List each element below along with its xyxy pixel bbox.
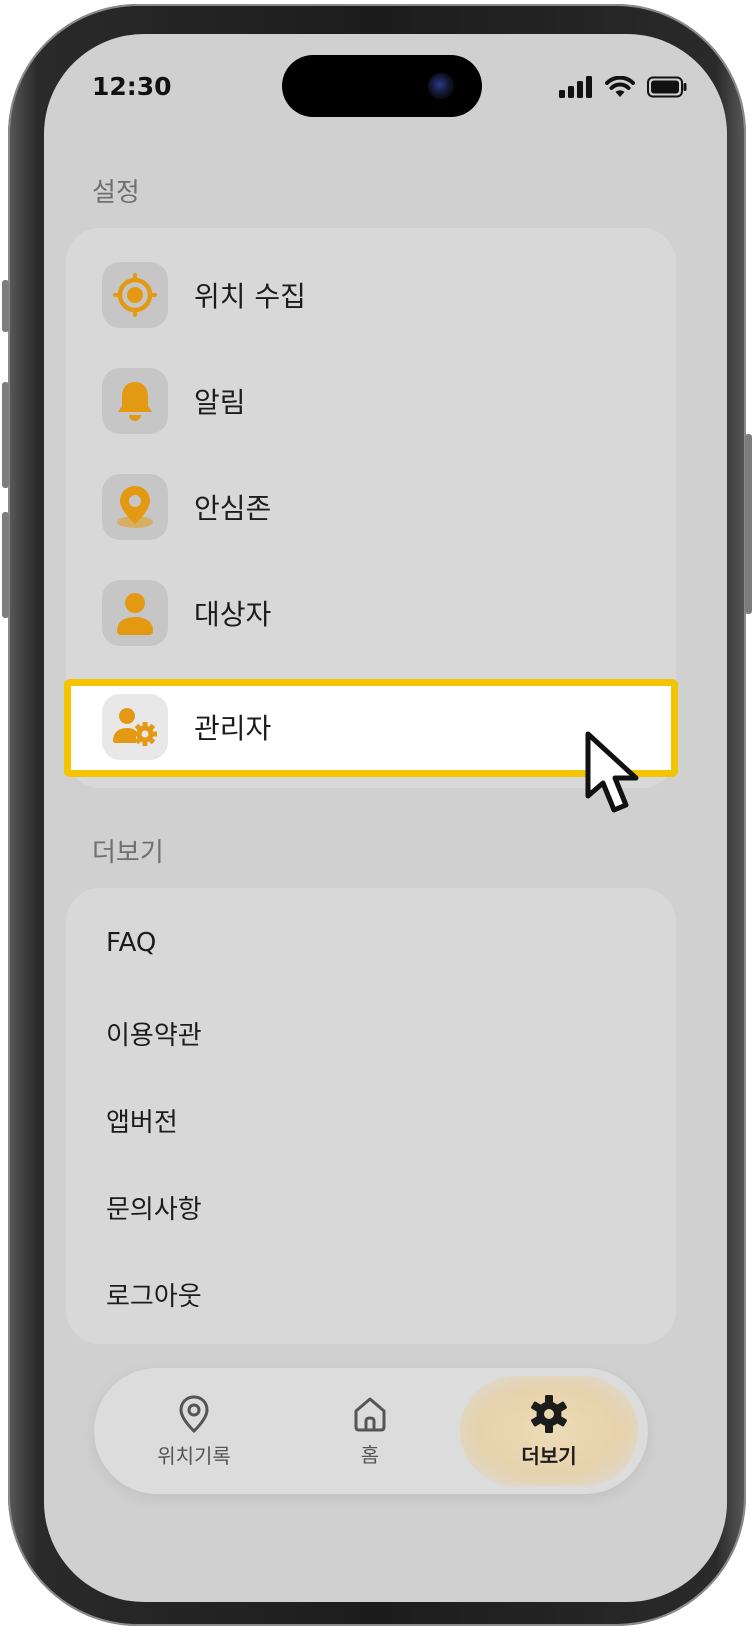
location-crosshair-icon (102, 262, 168, 328)
settings-item-label: 대상자 (194, 598, 272, 631)
more-item-faq[interactable]: FAQ (106, 928, 156, 958)
settings-item-label: 위치 수집 (194, 280, 306, 313)
tab-bar: 위치기록 홈 더보기 (94, 1368, 648, 1494)
tab-label: 더보기 (521, 1443, 577, 1468)
settings-item-location[interactable]: 위치 수집 (66, 242, 676, 348)
settings-item-safezone[interactable]: 안심존 (66, 454, 676, 560)
settings-item-label: 관리자 (194, 712, 272, 745)
section-title-more: 더보기 (92, 838, 164, 868)
gear-icon (531, 1394, 567, 1433)
more-item-logout[interactable]: 로그아웃 (106, 1276, 202, 1313)
settings-item-subject[interactable]: 대상자 (66, 560, 676, 666)
settings-item-label: 안심존 (194, 492, 272, 525)
dynamic-island (282, 55, 482, 117)
section-title-settings: 설정 (92, 178, 140, 208)
person-icon (102, 580, 168, 646)
signal-icon (559, 76, 592, 98)
map-pin-icon (102, 474, 168, 540)
volume-up-button (2, 382, 9, 488)
action-button (2, 280, 9, 332)
status-time: 12:30 (92, 72, 172, 101)
more-item-app-version[interactable]: 앱버전 (106, 1102, 178, 1139)
settings-card: 위치 수집 알림 안심존 대상자 관리자 (64, 228, 678, 788)
settings-item-notification[interactable]: 알림 (66, 348, 676, 454)
wifi-icon (605, 76, 635, 97)
more-item-inquiry[interactable]: 문의사항 (106, 1189, 202, 1226)
mouse-cursor-icon (585, 731, 639, 813)
tab-label: 홈 (360, 1442, 380, 1467)
location-pin-outline-icon (179, 1394, 209, 1433)
tab-location-history[interactable]: 위치기록 (134, 1368, 254, 1494)
more-card: FAQ 이용약관 앱버전 문의사항 로그아웃 (66, 888, 676, 1344)
bell-icon (102, 368, 168, 434)
more-item-terms[interactable]: 이용약관 (106, 1015, 202, 1052)
user-gear-icon (102, 694, 168, 760)
home-icon (354, 1397, 386, 1431)
camera-icon (428, 73, 454, 99)
settings-item-label: 알림 (194, 386, 246, 419)
power-button (745, 434, 752, 614)
battery-icon (647, 76, 687, 98)
tab-more[interactable]: 더보기 (494, 1368, 604, 1494)
tab-home[interactable]: 홈 (320, 1368, 420, 1494)
status-icons (559, 76, 687, 98)
tab-label: 위치기록 (157, 1443, 231, 1468)
volume-down-button (2, 512, 9, 618)
